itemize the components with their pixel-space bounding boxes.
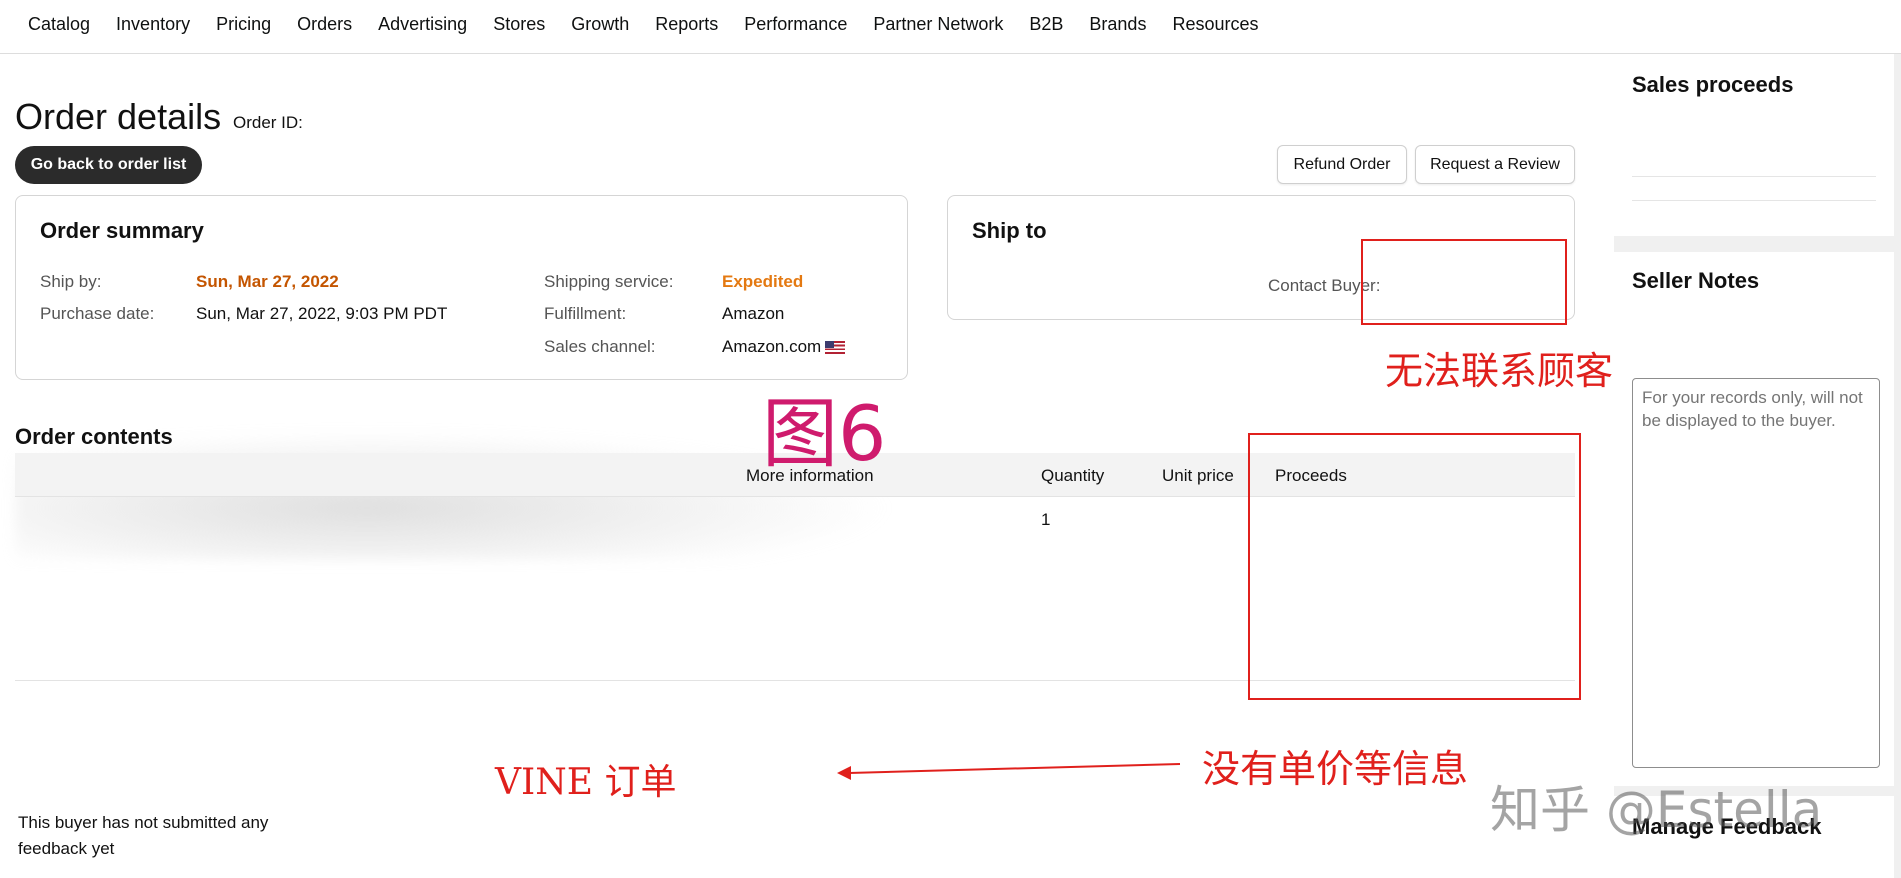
sales-proceeds-title: Sales proceeds [1632, 72, 1794, 97]
no-unit-price-annotation: 没有单价等信息 [1202, 747, 1469, 791]
us-flag-icon [825, 341, 846, 355]
watermark: 知乎 @Estella [1490, 781, 1823, 839]
nav-item-growth[interactable]: Growth [571, 14, 629, 35]
nav-item-inventory[interactable]: Inventory [116, 14, 190, 35]
fulfillment-value: Amazon [722, 304, 785, 323]
purchase-date-label: Purchase date: [40, 304, 155, 323]
order-contents-title: Order contents [15, 424, 173, 449]
top-navigation: Catalog Inventory Pricing Orders Adverti… [0, 0, 1901, 54]
page-title: Order details [15, 96, 222, 137]
ship-by-label: Ship by: [40, 272, 102, 291]
cannot-contact-annotation: 无法联系顾客 [1385, 349, 1614, 393]
shipping-service-value: Expedited [722, 272, 804, 291]
column-quantity: Quantity [1041, 466, 1105, 485]
back-to-order-list-button[interactable]: Go back to order list [15, 146, 202, 184]
nav-item-performance[interactable]: Performance [744, 14, 847, 35]
request-review-button[interactable]: Request a Review [1415, 145, 1575, 184]
order-summary-title: Order summary [40, 218, 204, 243]
sales-channel-label: Sales channel: [544, 337, 656, 356]
proceeds-highlight-box [1248, 433, 1581, 700]
sales-proceeds-panel: Sales proceeds [1614, 54, 1894, 236]
nav-item-orders[interactable]: Orders [297, 14, 352, 35]
row-quantity: 1 [1041, 510, 1051, 529]
right-sidebar: Sales proceeds Seller Notes Manage Feedb… [1614, 54, 1901, 878]
shipping-service-label: Shipping service: [544, 272, 674, 291]
nav-item-catalog[interactable]: Catalog [28, 14, 90, 35]
contact-buyer-highlight-box [1361, 239, 1567, 325]
nav-item-advertising[interactable]: Advertising [378, 14, 467, 35]
seller-notes-title: Seller Notes [1632, 268, 1760, 293]
seller-notes-input[interactable] [1632, 378, 1880, 768]
sales-channel-value: Amazon.com [722, 337, 822, 356]
order-summary-card: Order summary Ship by: Sun, Mar 27, 2022… [15, 195, 908, 380]
nav-item-b2b[interactable]: B2B [1029, 14, 1063, 35]
order-id-label: Order ID: [233, 113, 303, 132]
nav-item-partner-network[interactable]: Partner Network [873, 14, 1003, 35]
purchase-date-value: Sun, Mar 27, 2022, 9:03 PM PDT [196, 304, 448, 323]
nav-item-brands[interactable]: Brands [1089, 14, 1146, 35]
divider [1632, 176, 1876, 177]
nav-item-pricing[interactable]: Pricing [216, 14, 271, 35]
feedback-status-text: This buyer has not submitted any feedbac… [18, 813, 269, 858]
nav-item-resources[interactable]: Resources [1172, 14, 1258, 35]
divider [1632, 200, 1876, 201]
column-unit-price: Unit price [1162, 466, 1234, 485]
fulfillment-label: Fulfillment: [544, 304, 627, 323]
annotation-arrow [837, 763, 1181, 780]
nav-menu: Catalog Inventory Pricing Orders Adverti… [28, 14, 1285, 35]
sales-channel: Amazon.com [722, 337, 846, 357]
figure-label: 图6 [762, 389, 887, 478]
ship-by-value: Sun, Mar 27, 2022 [196, 272, 339, 291]
refund-order-button[interactable]: Refund Order [1277, 145, 1407, 184]
vine-order-annotation: VINE 订单 [495, 762, 677, 803]
nav-item-reports[interactable]: Reports [655, 14, 718, 35]
nav-item-stores[interactable]: Stores [493, 14, 545, 35]
ship-to-title: Ship to [972, 218, 1047, 243]
